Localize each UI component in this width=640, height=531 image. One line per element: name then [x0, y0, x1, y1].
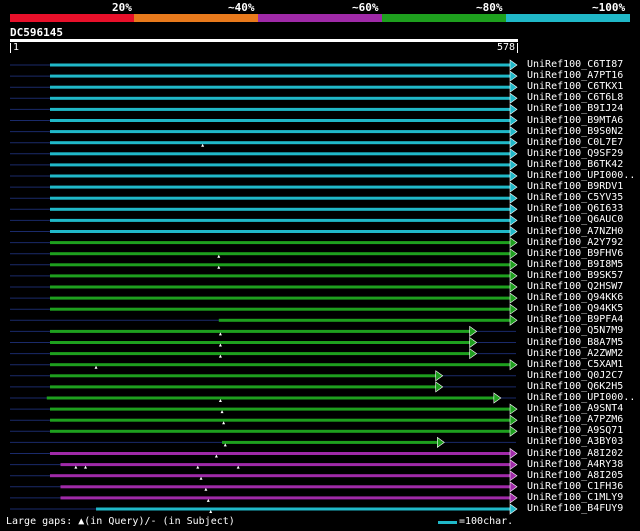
legend-scale-bar	[438, 521, 457, 524]
hit-label[interactable]: UniRef100_Q0J2C7	[527, 370, 623, 381]
hit-label[interactable]: UniRef100_UPI000..	[527, 392, 635, 403]
hit-label[interactable]: UniRef100_UPI000..	[527, 170, 635, 181]
hit-label[interactable]: UniRef100_Q6AUC0	[527, 214, 623, 225]
hit-label[interactable]: UniRef100_A8I205	[527, 470, 623, 481]
hit-label[interactable]: UniRef100_C6TI87	[527, 59, 623, 70]
hit-label[interactable]: UniRef100_Q6K2H5	[527, 381, 623, 392]
hit-label[interactable]: UniRef100_A2ZWM2	[527, 348, 623, 359]
hit-label[interactable]: UniRef100_Q5N7M9	[527, 325, 623, 336]
hit-label[interactable]: UniRef100_A7PZM6	[527, 414, 623, 425]
hit-label[interactable]: UniRef100_B9SK57	[527, 270, 623, 281]
hit-label[interactable]: UniRef100_C0L7E7	[527, 137, 623, 148]
hit-label[interactable]: UniRef100_A9SQ71	[527, 425, 623, 436]
hit-label[interactable]: UniRef100_B8A7M5	[527, 337, 623, 348]
hit-label[interactable]: UniRef100_B9S0N2	[527, 126, 623, 137]
legend-scale-text: =100char.	[459, 516, 514, 527]
hit-label[interactable]: UniRef100_C5XAM1	[527, 359, 623, 370]
hit-label[interactable]: UniRef100_Q9SF29	[527, 148, 623, 159]
hit-label[interactable]: UniRef100_C5YV35	[527, 192, 623, 203]
hit-label[interactable]: UniRef100_Q6I633	[527, 203, 623, 214]
hit-label[interactable]: UniRef100_A3BY03	[527, 436, 623, 447]
hit-label[interactable]: UniRef100_B9IJ24	[527, 103, 623, 114]
hit-label[interactable]: UniRef100_B4FUY9	[527, 503, 623, 514]
hit-label[interactable]: UniRef100_A7NZH0	[527, 226, 623, 237]
hit-label-list: UniRef100_C6TI87 UniRef100_A7PT16 UniRef10…	[0, 0, 640, 531]
legend-gaps: Large gaps: ▲(in Query)/‐ (in Subject)	[6, 516, 235, 527]
hit-label[interactable]: UniRef100_A4RY38	[527, 459, 623, 470]
hit-label[interactable]: UniRef100_A8I202	[527, 448, 623, 459]
hit-label[interactable]: UniRef100_Q2HSW7	[527, 281, 623, 292]
hit-label[interactable]: UniRef100_B9I8M5	[527, 259, 623, 270]
hit-label[interactable]: UniRef100_C6TKX1	[527, 81, 623, 92]
hit-label[interactable]: UniRef100_B9FHV6	[527, 248, 623, 259]
hit-label[interactable]: UniRef100_A9SNT4	[527, 403, 623, 414]
hit-label[interactable]: UniRef100_B9RDV1	[527, 181, 623, 192]
hit-label[interactable]: UniRef100_C1MLY9	[527, 492, 623, 503]
hit-label[interactable]: UniRef100_A7PT16	[527, 70, 623, 81]
hit-label[interactable]: UniRef100_Q94KK5	[527, 303, 623, 314]
hit-label[interactable]: UniRef100_B9PFA4	[527, 314, 623, 325]
hit-label[interactable]: UniRef100_Q94KK6	[527, 292, 623, 303]
hit-label[interactable]: UniRef100_B9MTA6	[527, 115, 623, 126]
hit-label[interactable]: UniRef100_A2Y792	[527, 237, 623, 248]
hit-label[interactable]: UniRef100_C6T6L8	[527, 92, 623, 103]
hit-label[interactable]: UniRef100_B6TK42	[527, 159, 623, 170]
hit-label[interactable]: UniRef100_C1FH36	[527, 481, 623, 492]
